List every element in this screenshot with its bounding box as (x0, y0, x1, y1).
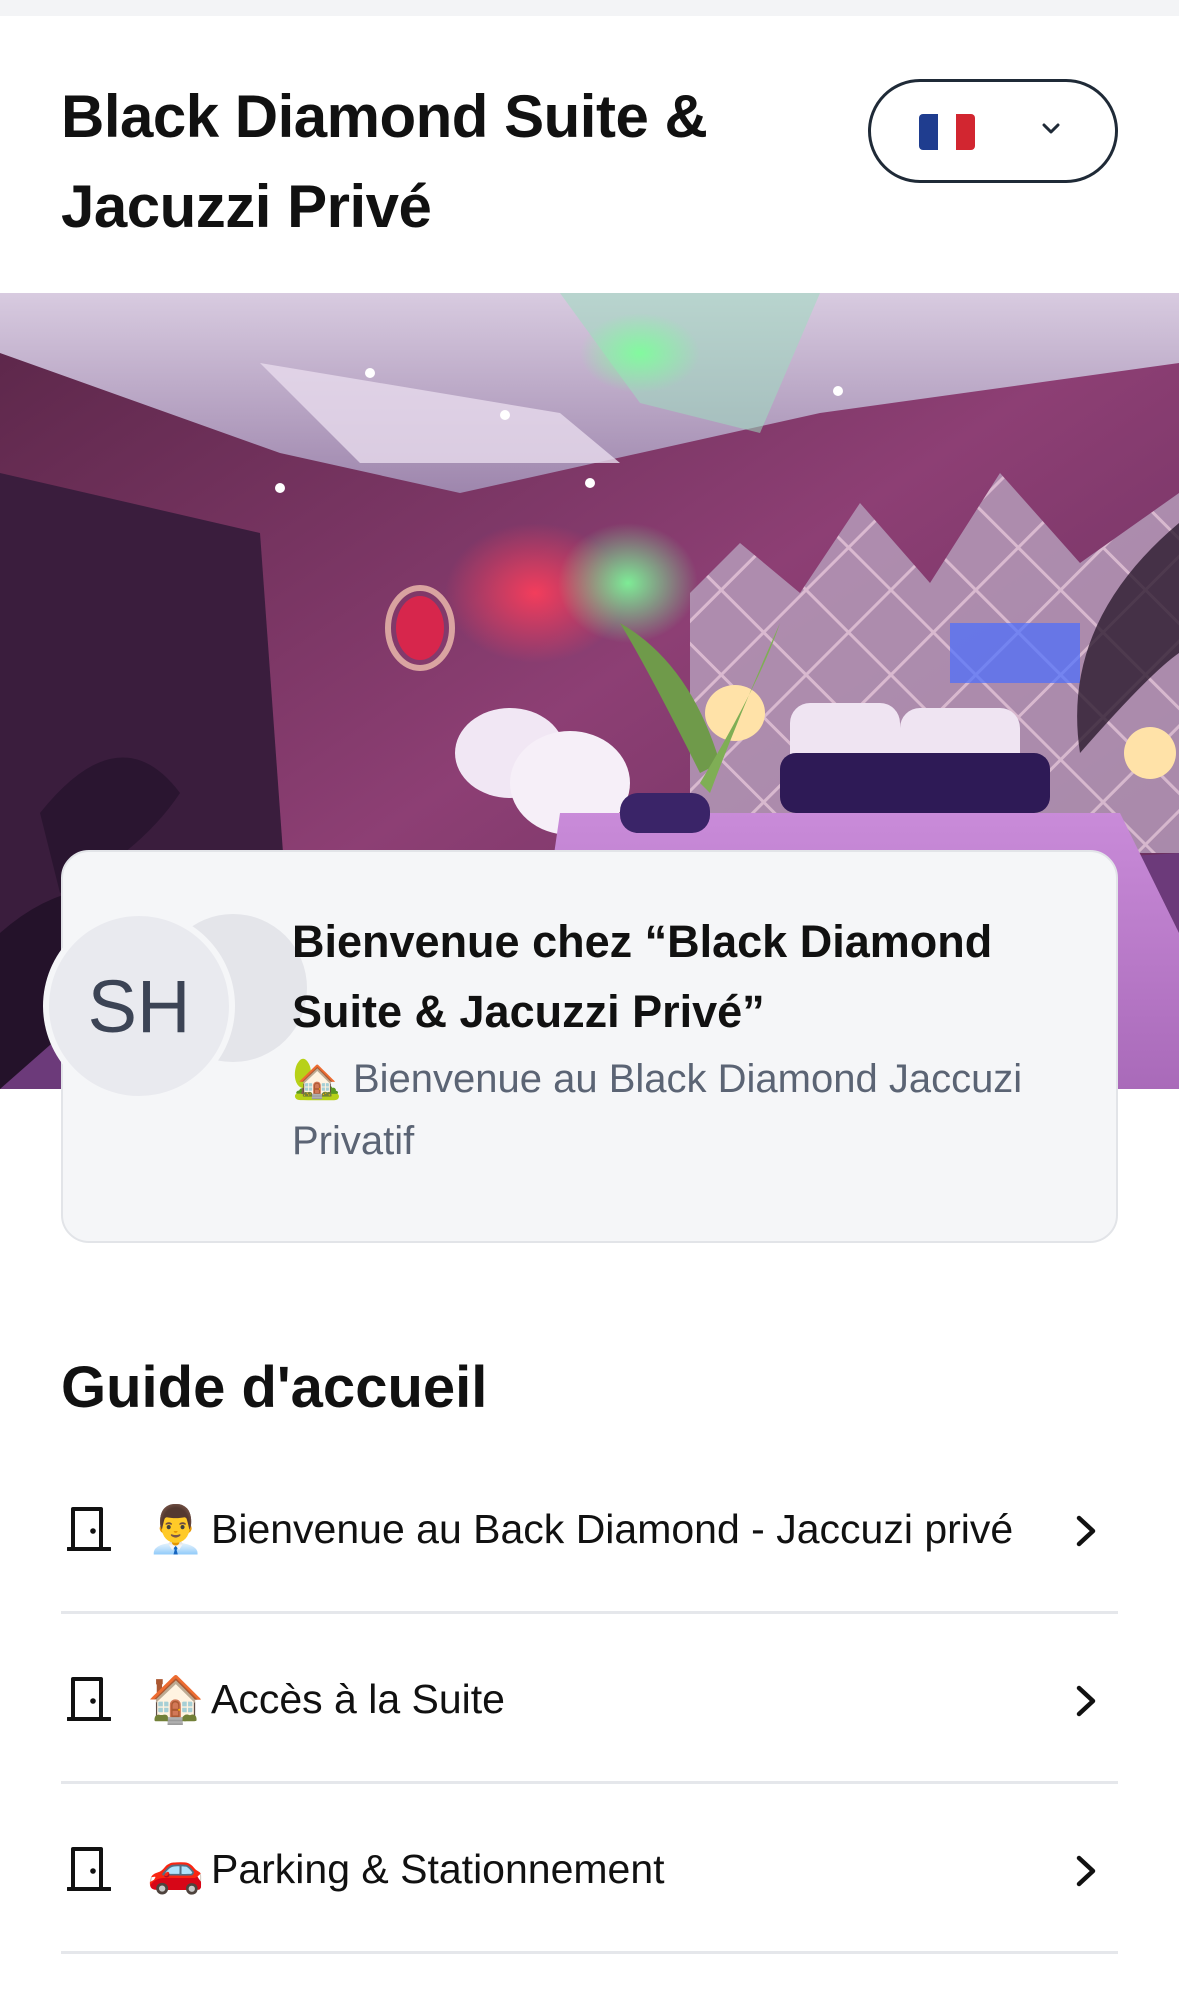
chevron-right-icon (1076, 1685, 1096, 1717)
guide-item-emoji: 👨‍💼 (147, 1502, 205, 1556)
chevron-right-icon (1076, 1515, 1096, 1547)
guide-item-label: Parking & Stationnement (211, 1846, 665, 1892)
guide-item-emoji: 🚗 (147, 1842, 205, 1896)
welcome-title: Bienvenue chez “Black Diamond Suite & Ja… (292, 916, 993, 1037)
door-icon (67, 1847, 111, 1891)
guide-item-access[interactable]: 🏠 Accès à la Suite (61, 1614, 1118, 1784)
welcome-card: SH Bienvenue chez “Black Diamond Suite &… (49, 850, 1118, 1243)
language-selector[interactable] (868, 79, 1118, 183)
flag-france-icon (919, 114, 975, 150)
guide-item-welcome[interactable]: 👨‍💼 Bienvenue au Back Diamond - Jaccuzi … (61, 1444, 1118, 1614)
status-strip (0, 0, 1179, 16)
welcome-subtitle: 🏡 Bienvenue au Black Diamond Jaccuzi Pri… (292, 1048, 1092, 1172)
door-icon (67, 1507, 111, 1551)
chevron-right-icon (1076, 1855, 1096, 1887)
guide-item-label: Accès à la Suite (211, 1676, 505, 1722)
guide-item-emoji: 🏠 (147, 1672, 205, 1726)
door-icon (67, 1677, 111, 1721)
guide-heading: Guide d'accueil (61, 1355, 488, 1420)
avatar: SH (49, 916, 229, 1096)
house-tree-icon: 🏡 (292, 1057, 342, 1101)
chevron-down-icon (1042, 123, 1060, 134)
guide-item-parking[interactable]: 🚗 Parking & Stationnement (61, 1784, 1118, 1954)
guide-item-label: Bienvenue au Back Diamond - Jaccuzi priv… (211, 1506, 1014, 1552)
page-header: Black Diamond Suite & Jacuzzi Privé (0, 16, 1179, 293)
page-title: Black Diamond Suite & Jacuzzi Privé (61, 83, 708, 240)
welcome-subtitle-text: Bienvenue au Black Diamond Jaccuzi Priva… (292, 1057, 1023, 1163)
guide-list: 👨‍💼 Bienvenue au Back Diamond - Jaccuzi … (61, 1444, 1118, 1954)
